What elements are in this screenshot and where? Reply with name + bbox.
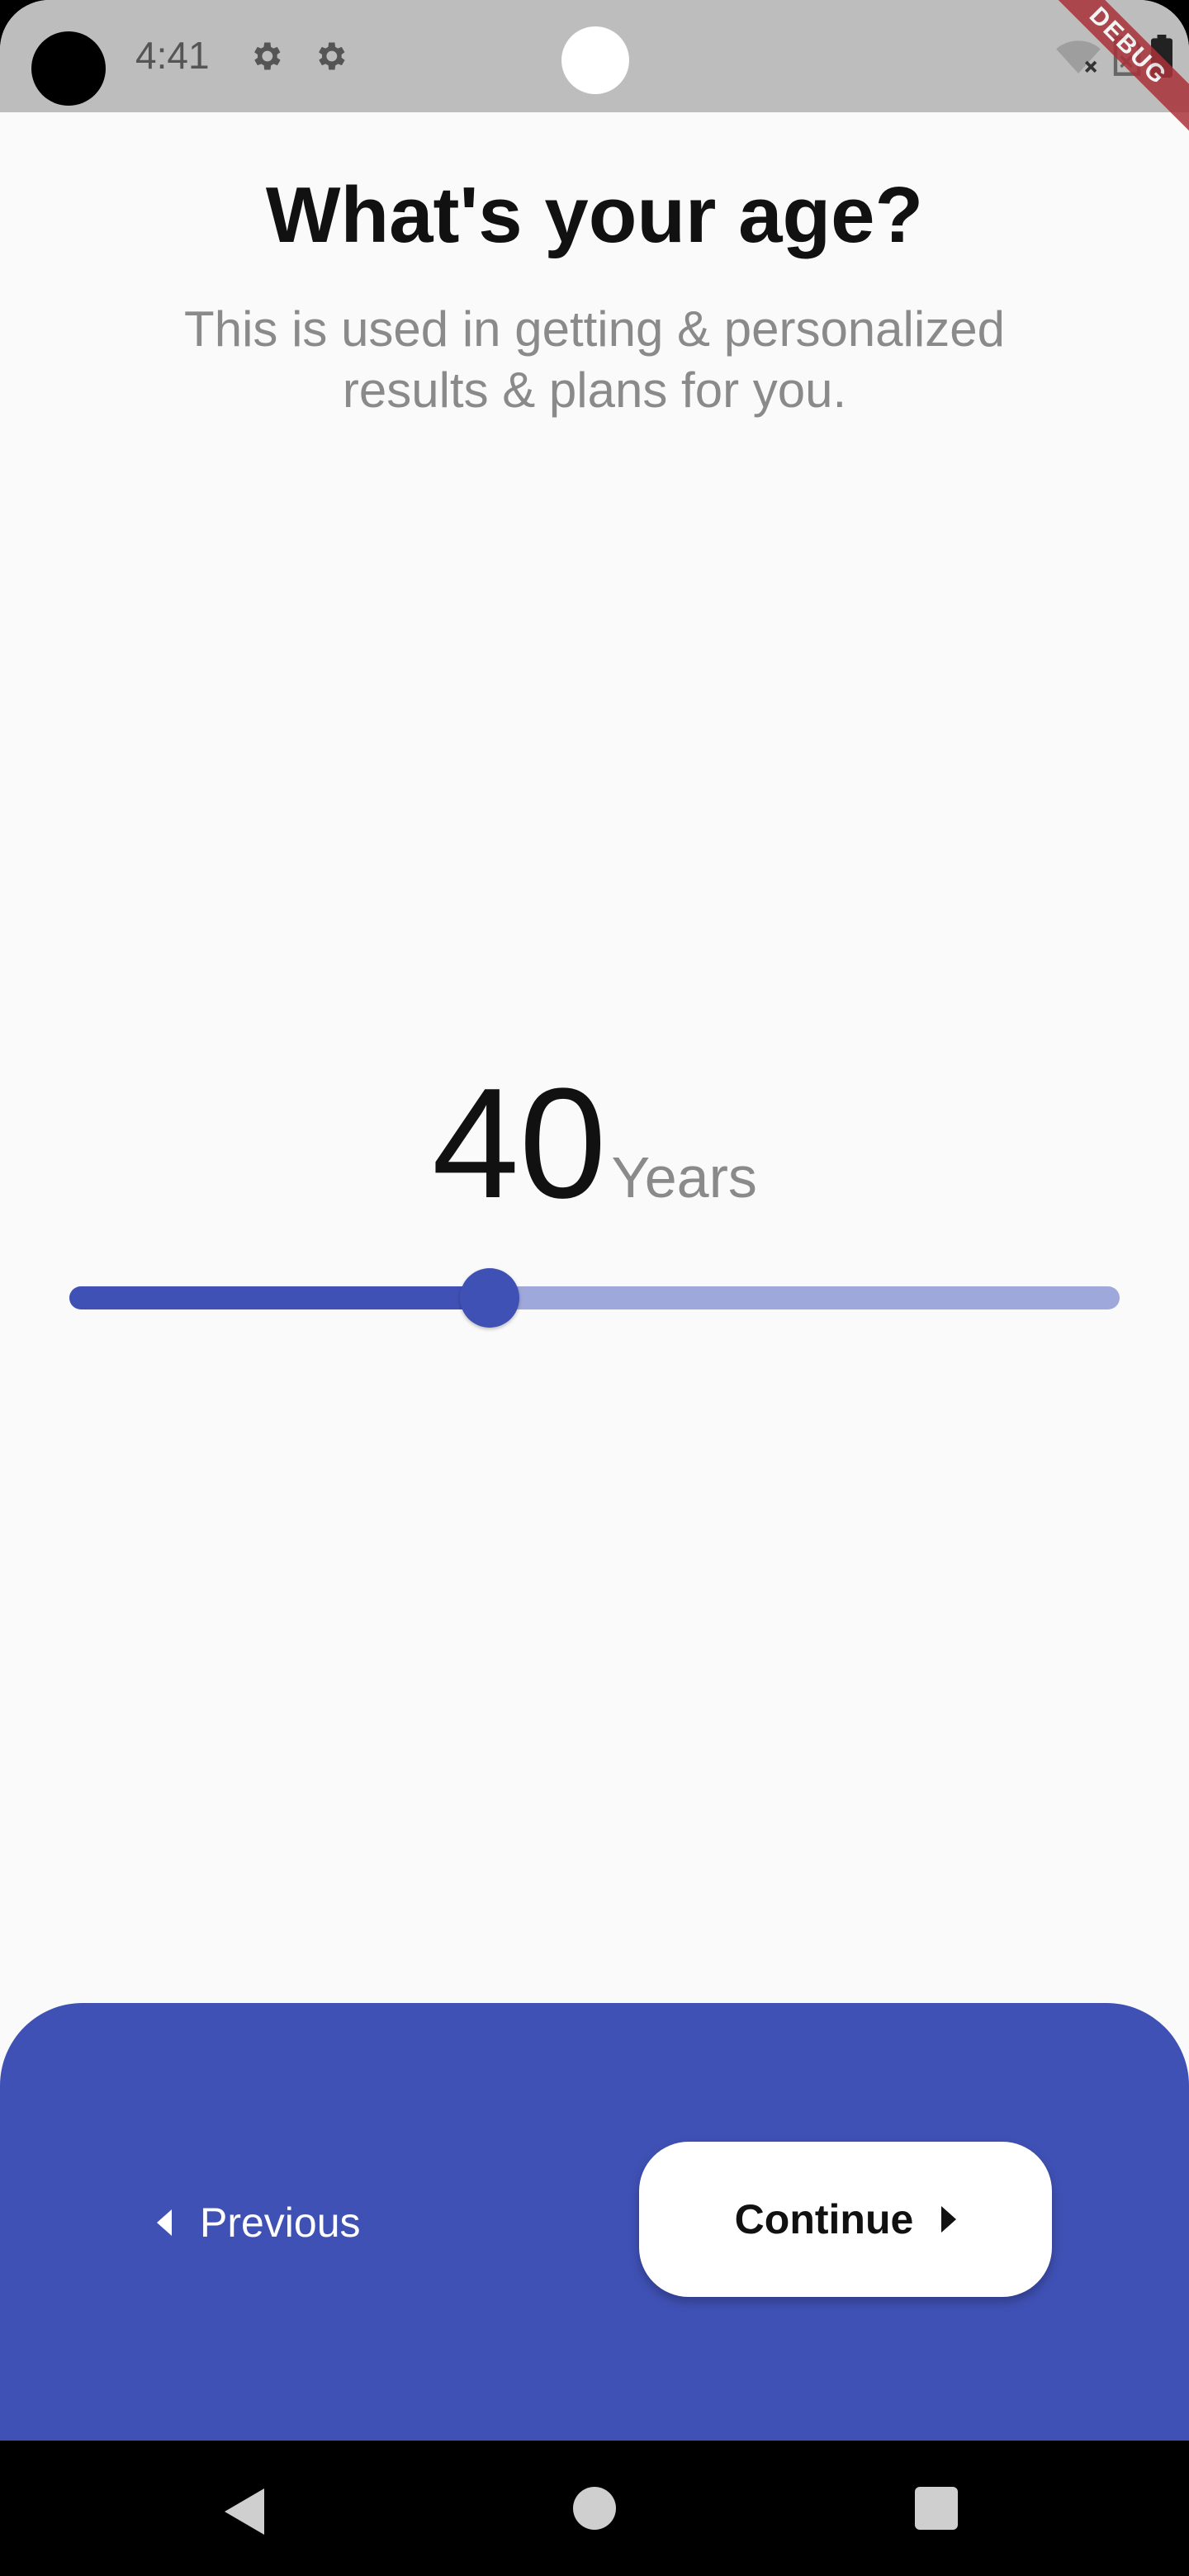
system-navigation-bar xyxy=(0,2441,1189,2576)
page-title: What's your age? xyxy=(265,171,924,259)
screen: 4:41 DEBUG What's your age? This is used… xyxy=(0,0,1189,2576)
recents-icon[interactable] xyxy=(915,2487,958,2530)
slider-thumb[interactable] xyxy=(459,1268,519,1328)
back-icon[interactable] xyxy=(225,2488,264,2535)
continue-button[interactable]: Continue xyxy=(639,2142,1052,2297)
age-unit: Years xyxy=(611,1145,757,1210)
page-subtitle: This is used in getting & personalized r… xyxy=(184,301,1005,418)
caret-left-icon xyxy=(157,2209,172,2236)
slider-active-track xyxy=(69,1286,490,1309)
previous-label: Previous xyxy=(200,2200,361,2246)
status-bar: 4:41 DEBUG xyxy=(0,0,1189,146)
camera-cutout xyxy=(31,31,106,106)
previous-button[interactable]: Previous xyxy=(157,2190,361,2256)
settings-icon xyxy=(319,42,345,70)
caret-right-icon xyxy=(941,2206,957,2233)
wifi-off-icon xyxy=(1056,40,1101,73)
continue-label: Continue xyxy=(734,2196,914,2242)
age-display: 40 Years xyxy=(0,1065,1189,1222)
age-value: 40 xyxy=(432,1056,607,1231)
notification-dot xyxy=(561,26,629,94)
age-slider[interactable] xyxy=(69,1267,1120,1328)
bottom-navigation-panel: Previous Continue xyxy=(0,2003,1189,2441)
settings-icon xyxy=(254,42,281,70)
home-icon[interactable] xyxy=(573,2487,616,2530)
status-time: 4:41 xyxy=(135,34,210,77)
